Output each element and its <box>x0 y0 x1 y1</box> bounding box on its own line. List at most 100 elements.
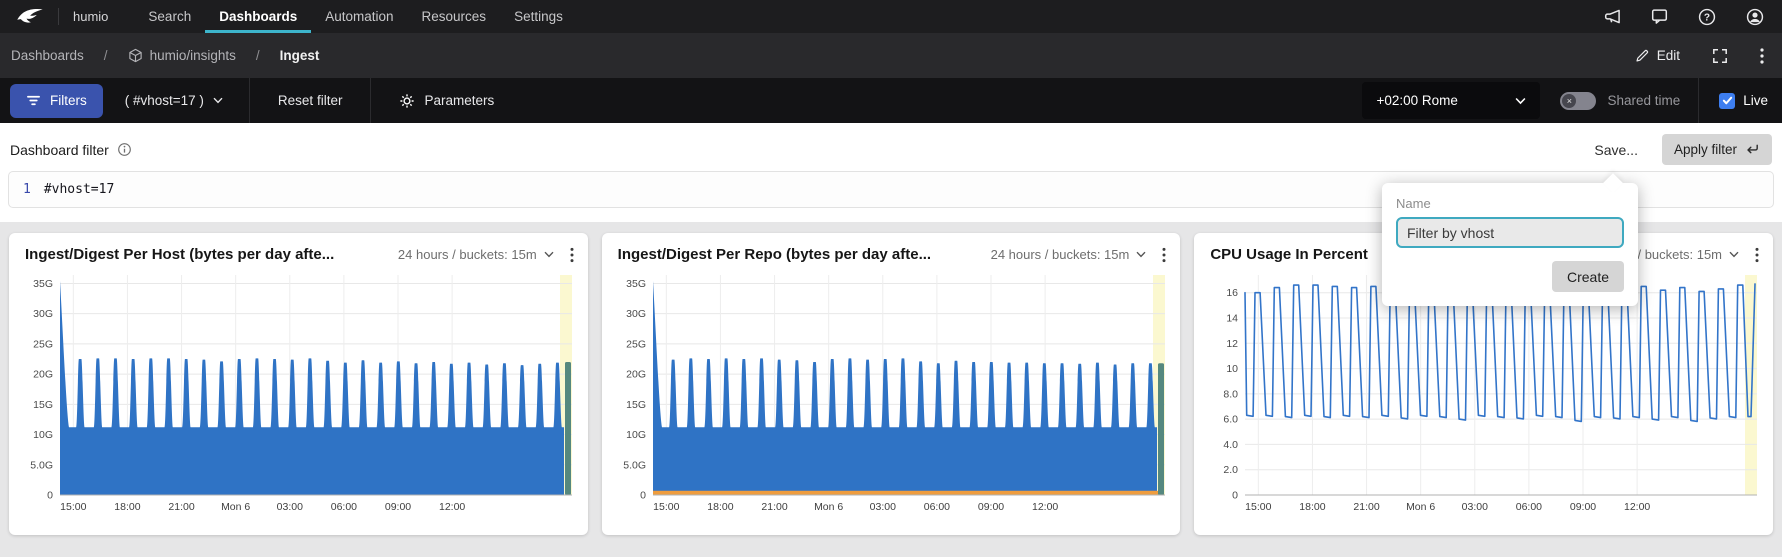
svg-text:5.0G: 5.0G <box>623 459 646 471</box>
nav-item-resources[interactable]: Resources <box>408 0 501 33</box>
filters-label: Filters <box>50 93 87 108</box>
svg-text:09:00: 09:00 <box>1570 501 1596 513</box>
filter-name-input[interactable] <box>1396 217 1624 248</box>
breadcrumb-separator: / <box>256 48 260 63</box>
filters-button[interactable]: Filters <box>10 84 103 118</box>
chevron-down-icon <box>213 97 223 104</box>
parameters-label: Parameters <box>424 93 494 108</box>
area-chart-ingest-per-repo[interactable]: 35G30G25G20G15G10G5.0G015:0018:0021:00Mo… <box>609 267 1171 519</box>
live-checkbox[interactable] <box>1719 93 1735 109</box>
svg-text:09:00: 09:00 <box>385 501 411 513</box>
toggle-knob: × <box>1562 94 1576 108</box>
account-avatar-icon[interactable] <box>1746 8 1764 26</box>
svg-text:0: 0 <box>47 490 53 502</box>
panel-menu-button[interactable] <box>1755 247 1759 263</box>
top-nav-bar: humio Search Dashboards Automation Resou… <box>0 0 1782 33</box>
svg-text:10: 10 <box>1227 363 1239 375</box>
breadcrumb-separator: / <box>104 48 108 63</box>
apply-filter-button[interactable]: Apply filter <box>1662 134 1772 165</box>
dashboard-filter-title: Dashboard filter <box>10 142 109 158</box>
nav-item-settings[interactable]: Settings <box>500 0 577 33</box>
breadcrumb-dashboards[interactable]: Dashboards <box>11 48 84 63</box>
svg-text:21:00: 21:00 <box>1354 501 1380 513</box>
active-filter-dropdown[interactable]: ( #vhost=17 ) <box>125 93 223 108</box>
info-icon[interactable] <box>117 142 132 157</box>
help-icon[interactable]: ? <box>1698 8 1716 26</box>
panel-menu-button[interactable] <box>570 247 574 263</box>
save-filter-popup: Name Create <box>1382 183 1638 306</box>
chevron-down-icon <box>544 251 554 258</box>
brand-logo[interactable] <box>0 0 44 33</box>
announcements-icon[interactable] <box>1604 8 1621 25</box>
create-button[interactable]: Create <box>1552 261 1624 292</box>
svg-text:20G: 20G <box>33 369 53 381</box>
svg-text:16: 16 <box>1227 287 1239 299</box>
kebab-menu-icon <box>1760 48 1764 64</box>
return-key-icon <box>1745 142 1760 157</box>
chevron-down-icon <box>1515 97 1526 105</box>
reset-filter-label: Reset filter <box>278 93 343 108</box>
falcon-logo-icon <box>16 7 44 27</box>
filter-icon <box>26 93 41 108</box>
svg-text:09:00: 09:00 <box>978 501 1004 513</box>
svg-text:2.0: 2.0 <box>1224 464 1239 476</box>
panel-title: Ingest/Digest Per Host (bytes per day af… <box>25 246 334 263</box>
kebab-menu-icon <box>1755 247 1759 263</box>
live-control: Live <box>1719 93 1768 109</box>
gear-icon <box>399 93 415 109</box>
svg-text:18:00: 18:00 <box>1300 501 1326 513</box>
svg-text:06:00: 06:00 <box>923 501 949 513</box>
svg-text:21:00: 21:00 <box>168 501 194 513</box>
breadcrumb-bar: Dashboards / humio/insights / Ingest Edi… <box>0 33 1782 78</box>
brand-name: humio <box>73 0 108 33</box>
live-label: Live <box>1743 93 1768 108</box>
timezone-label: +02:00 Rome <box>1376 93 1457 108</box>
area-chart-ingest-per-host[interactable]: 35G30G25G20G15G10G5.0G015:0018:0021:00Mo… <box>16 267 578 519</box>
svg-text:12:00: 12:00 <box>439 501 465 513</box>
nav-item-automation[interactable]: Automation <box>311 0 407 33</box>
save-filter-button[interactable]: Save... <box>1594 142 1638 158</box>
panel-time-range-label: 24 hours / buckets: 15m <box>398 247 537 262</box>
svg-text:15G: 15G <box>33 399 53 411</box>
svg-text:12: 12 <box>1227 338 1239 350</box>
query-text: #vhost=17 <box>44 182 114 197</box>
panel-menu-button[interactable] <box>1162 247 1166 263</box>
shared-time-toggle[interactable]: × <box>1560 92 1596 110</box>
svg-text:15:00: 15:00 <box>653 501 679 513</box>
check-icon <box>1722 95 1733 106</box>
breadcrumb-repo[interactable]: humio/insights <box>150 48 236 63</box>
panel-time-range-dropdown[interactable]: 24 hours / buckets: 15m <box>398 247 554 262</box>
parameters-button[interactable]: Parameters <box>371 78 522 123</box>
fullscreen-icon <box>1712 48 1728 64</box>
svg-text:15:00: 15:00 <box>1246 501 1272 513</box>
svg-text:30G: 30G <box>626 308 646 320</box>
svg-text:8.0: 8.0 <box>1224 388 1239 400</box>
edit-dashboard-button[interactable]: Edit <box>1635 48 1680 63</box>
svg-text:10G: 10G <box>33 429 53 441</box>
dashboard-menu-button[interactable] <box>1760 48 1764 64</box>
svg-text:35G: 35G <box>626 278 646 290</box>
feedback-icon[interactable] <box>1651 8 1668 25</box>
pencil-icon <box>1635 48 1650 63</box>
name-field-label: Name <box>1396 196 1624 211</box>
svg-text:15G: 15G <box>626 399 646 411</box>
timezone-dropdown[interactable]: +02:00 Rome <box>1362 82 1540 119</box>
panel-title: CPU Usage In Percent <box>1210 246 1368 263</box>
breadcrumb: Dashboards / humio/insights / Ingest <box>0 48 319 63</box>
reset-filter-button[interactable]: Reset filter <box>250 78 371 123</box>
svg-text:0: 0 <box>640 490 646 502</box>
svg-text:Mon 6: Mon 6 <box>221 501 250 513</box>
kebab-menu-icon <box>570 247 574 263</box>
fullscreen-button[interactable] <box>1712 48 1728 64</box>
dashboard-filter-title-row: Dashboard filter <box>10 142 132 158</box>
svg-text:18:00: 18:00 <box>114 501 140 513</box>
svg-text:35G: 35G <box>33 278 53 290</box>
chevron-down-icon <box>1136 251 1146 258</box>
panel-ingest-digest-per-host: Ingest/Digest Per Host (bytes per day af… <box>9 233 588 535</box>
active-filter-label: ( #vhost=17 ) <box>125 93 204 108</box>
nav-item-dashboards[interactable]: Dashboards <box>205 0 311 33</box>
panel-time-range-dropdown[interactable]: 24 hours / buckets: 15m <box>991 247 1147 262</box>
nav-item-search[interactable]: Search <box>134 0 205 33</box>
main-nav: Search Dashboards Automation Resources S… <box>134 0 576 33</box>
divider <box>1698 78 1699 123</box>
